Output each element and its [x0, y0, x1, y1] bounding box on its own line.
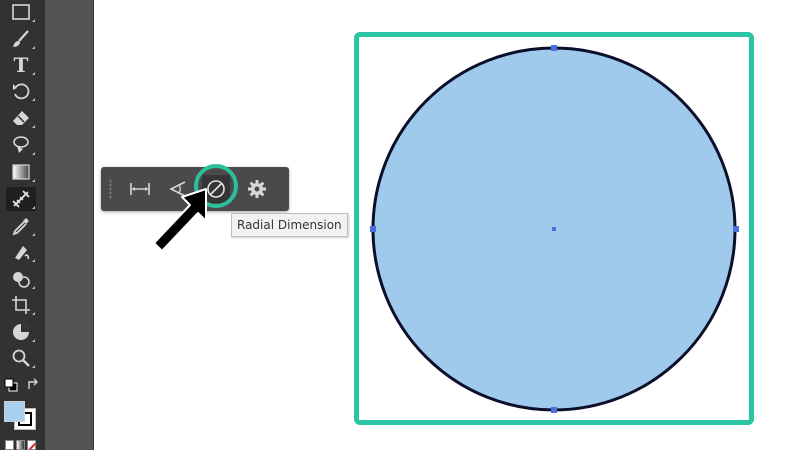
tooltip: Radial Dimension [231, 213, 348, 237]
rotate-tool[interactable] [6, 79, 36, 103]
pointer-arrow-icon [153, 188, 207, 252]
eraser-tool[interactable] [6, 106, 36, 130]
zoom-tool-icon [12, 349, 30, 367]
circle-shape[interactable] [360, 38, 750, 420]
zoom-tool[interactable] [6, 346, 36, 370]
tools-panel: T [0, 0, 45, 450]
rotate-tool-icon [13, 83, 30, 100]
live-paint-tool[interactable] [6, 240, 36, 264]
anchor-point-bottom[interactable] [551, 407, 557, 413]
eyedropper-tool[interactable] [6, 214, 36, 238]
eraser-tool-icon [13, 111, 29, 125]
artboard-tool[interactable] [6, 293, 36, 317]
shape-builder-tool[interactable] [6, 267, 36, 291]
dimension-tool[interactable] [6, 187, 36, 211]
type-tool[interactable]: T [6, 53, 36, 77]
anchor-point-right[interactable] [733, 226, 739, 232]
swap-colors-icon[interactable] [26, 378, 40, 392]
drag-handle[interactable] [109, 179, 112, 199]
fill-swatch[interactable] [4, 401, 25, 422]
color-mode-button[interactable] [5, 440, 14, 450]
pasteboard [45, 0, 94, 450]
rectangle-tool[interactable] [6, 0, 36, 24]
eyedropper-tool-icon [12, 218, 29, 236]
gradient-tool-icon [12, 164, 30, 180]
gradient-tool[interactable] [6, 160, 36, 184]
settings-button[interactable] [243, 175, 271, 203]
lasso-tool[interactable] [6, 133, 36, 157]
settings-gear-icon [248, 180, 266, 198]
anchor-point-left[interactable] [370, 226, 376, 232]
live-paint-tool-icon [15, 246, 30, 260]
artboard-tool-icon [12, 296, 30, 314]
dimension-tool-icon [12, 190, 30, 208]
type-tool-icon: T [13, 53, 29, 77]
gradient-mode-button[interactable] [16, 440, 25, 450]
lasso-tool-icon [13, 136, 29, 153]
paintbrush-tool[interactable] [6, 27, 36, 51]
pie-chart-tool-icon [13, 324, 29, 340]
anchor-point-top[interactable] [551, 45, 557, 51]
shape-builder-tool-icon [13, 272, 30, 288]
pie-chart-tool[interactable] [6, 320, 36, 344]
default-colors-icon[interactable] [4, 378, 18, 392]
rectangle-tool-icon [12, 4, 30, 20]
center-point[interactable] [552, 227, 556, 231]
paintbrush-tool-icon [13, 30, 29, 47]
none-mode-button[interactable] [27, 440, 36, 450]
